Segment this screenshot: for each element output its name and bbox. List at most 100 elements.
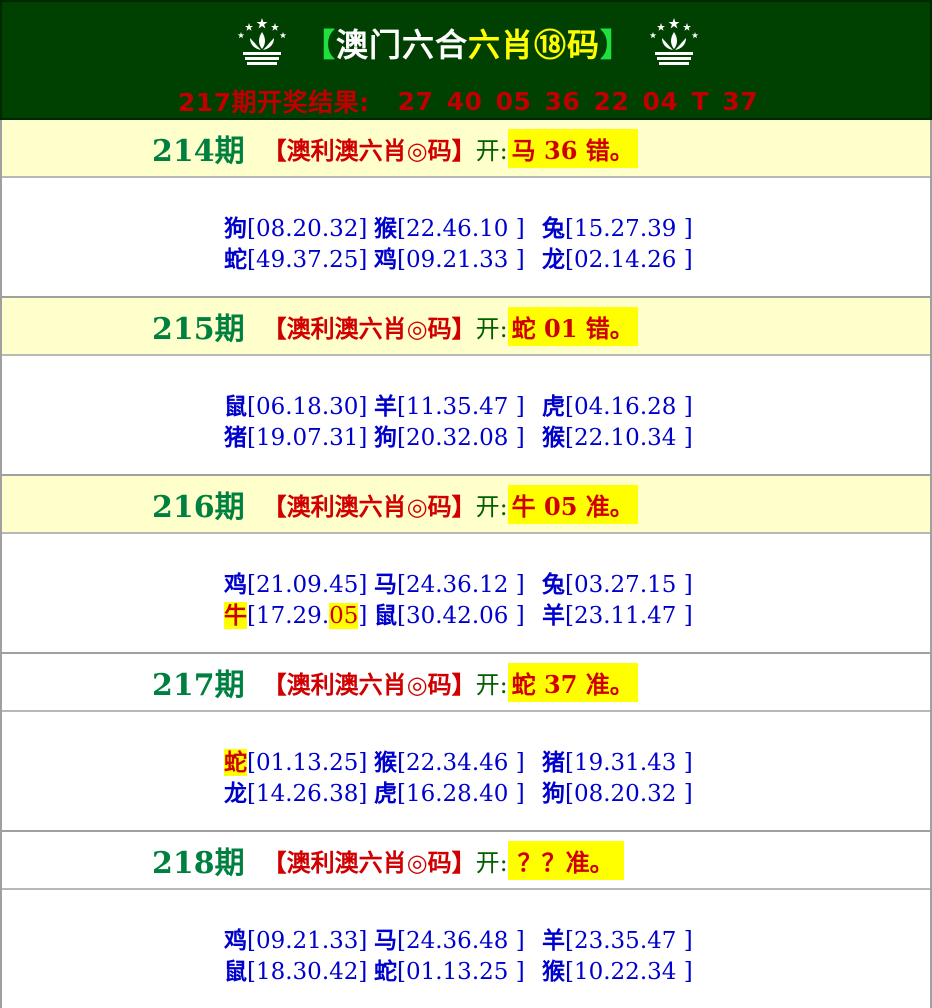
open-label: 开: bbox=[475, 314, 508, 343]
period-number: 216期 bbox=[152, 490, 245, 525]
zodiac-sign: 兔 bbox=[542, 570, 565, 598]
zodiac-cell: 猴[22.34.46 ] bbox=[374, 743, 542, 777]
zodiac-sign: 马 bbox=[374, 926, 397, 954]
zodiac-cell: 鸡[21.09.45] bbox=[224, 565, 374, 599]
section-body: 狗[08.20.32] 猴[22.46.10 ] 兔[15.27.39 ] 蛇[49.… bbox=[2, 178, 930, 296]
zodiac-numbers: [17.29. bbox=[247, 602, 330, 629]
zodiac-sign: 鸡 bbox=[374, 245, 397, 273]
zodiac-sign: 蛇 bbox=[374, 957, 397, 985]
open-label: 开: bbox=[475, 848, 508, 877]
zodiac-sign: 鼠 bbox=[224, 957, 247, 985]
section-header: 217期 【澳利澳六肖◎码】 开: 蛇 37 准。 bbox=[2, 654, 930, 712]
section-header: 218期 【澳利澳六肖◎码】 开: ？？准。 bbox=[2, 832, 930, 890]
zodiac-numbers: [16.28.40 ] bbox=[397, 780, 525, 807]
zodiac-sign: 牛 bbox=[224, 601, 247, 629]
section-label: 【澳利澳六肖◎码】 bbox=[262, 847, 476, 877]
zodiac-numbers: [04.16.28 ] bbox=[565, 393, 693, 420]
zodiac-cell: 虎[04.16.28 ] bbox=[542, 387, 693, 421]
zodiac-numbers: [01.13.25 ] bbox=[397, 958, 525, 985]
zodiac-row: 鼠[18.30.42] 蛇[01.13.25 ] 猴[10.22.34 ] bbox=[224, 952, 694, 986]
zodiac-numbers: [02.14.26 ] bbox=[565, 246, 693, 273]
period-number: 215期 bbox=[152, 312, 245, 347]
zodiac-row: 牛[17.29.05] 鼠[30.42.06 ] 羊[23.11.47 ] bbox=[224, 596, 694, 630]
zodiac-sign: 猴 bbox=[542, 957, 565, 985]
zodiac-numbers: [09.21.33 ] bbox=[397, 246, 525, 273]
prediction-section: 217期 【澳利澳六肖◎码】 开: 蛇 37 准。蛇[01.13.25] 猴[22.34… bbox=[0, 654, 932, 832]
zodiac-cell: 蛇[01.13.25] bbox=[224, 743, 374, 777]
zodiac-sign: 狗 bbox=[224, 214, 247, 242]
zodiac-cell: 猴[10.22.34 ] bbox=[542, 952, 693, 986]
prediction-section: 214期 【澳利澳六肖◎码】 开: 马 36 错。 狗[08.20.32] 猴[22.46… bbox=[0, 120, 932, 298]
section-header: 216期 【澳利澳六肖◎码】 开: 牛 05 准。 bbox=[2, 476, 930, 534]
zodiac-sign: 猪 bbox=[542, 748, 565, 776]
zodiac-cell: 鸡[09.21.33] bbox=[224, 921, 374, 955]
zodiac-cell: 猴[22.10.34 ] bbox=[542, 418, 693, 452]
zodiac-numbers: [49.37.25] bbox=[247, 246, 368, 273]
zodiac-numbers: [30.42.06 ] bbox=[397, 602, 525, 629]
section-label: 【澳利澳六肖◎码】 bbox=[262, 313, 476, 343]
zodiac-cell: 蛇[49.37.25] bbox=[224, 240, 374, 274]
page-header: 【 澳门六合 六肖⑱码 】 217期开奖结果: 27 40 05 36 22 0… bbox=[0, 0, 932, 120]
zodiac-cell: 龙[14.26.38] bbox=[224, 774, 374, 808]
zodiac-cell: 龙[02.14.26 ] bbox=[542, 240, 693, 274]
open-result: ？？准。 bbox=[507, 840, 624, 880]
open-result: 蛇 01 错。 bbox=[507, 306, 638, 346]
zodiac-row: 蛇[01.13.25] 猴[22.34.46 ] 猪[19.31.43 ] bbox=[224, 743, 694, 777]
zodiac-numbers: [21.09.45] bbox=[247, 571, 368, 598]
zodiac-grid: 鸡[09.21.33] 马[24.36.48 ] 羊[23.35.47 ] 鼠[18.… bbox=[224, 921, 694, 986]
zodiac-row: 蛇[49.37.25] 鸡[09.21.33 ] 龙[02.14.26 ] bbox=[224, 240, 694, 274]
zodiac-sign: 猴 bbox=[542, 423, 565, 451]
zodiac-numbers: [01.13.25] bbox=[247, 749, 368, 776]
zodiac-numbers: [10.22.34 ] bbox=[565, 958, 693, 985]
zodiac-sign: 狗 bbox=[374, 423, 397, 451]
zodiac-numbers: [08.20.32] bbox=[247, 215, 368, 242]
hit-number: 05 bbox=[329, 602, 359, 629]
title-bracket-open: 【 bbox=[302, 26, 336, 64]
period-number: 218期 bbox=[152, 846, 245, 881]
section-body: 鼠[06.18.30] 羊[11.35.47 ] 虎[04.16.28 ] 猪[19.… bbox=[2, 356, 930, 474]
title-bracket-close: 】 bbox=[600, 26, 634, 64]
zodiac-grid: 狗[08.20.32] 猴[22.46.10 ] 兔[15.27.39 ] 蛇[49.… bbox=[224, 209, 694, 274]
open-result: 牛 05 准。 bbox=[507, 484, 638, 524]
zodiac-cell: 猪[19.07.31] bbox=[224, 418, 374, 452]
zodiac-cell: 牛[17.29.05] bbox=[224, 596, 374, 630]
zodiac-cell: 猴[22.46.10 ] bbox=[374, 209, 542, 243]
zodiac-numbers: [22.10.34 ] bbox=[565, 424, 693, 451]
zodiac-grid: 蛇[01.13.25] 猴[22.34.46 ] 猪[19.31.43 ] 龙[14.… bbox=[224, 743, 694, 808]
zodiac-numbers: [14.26.38] bbox=[247, 780, 368, 807]
zodiac-grid: 鸡[21.09.45] 马[24.36.12 ] 兔[03.27.15 ] 牛[17.… bbox=[224, 565, 694, 630]
section-label: 【澳利澳六肖◎码】 bbox=[262, 669, 476, 699]
section-body: 鸡[21.09.45] 马[24.36.12 ] 兔[03.27.15 ] 牛[17.… bbox=[2, 534, 930, 652]
zodiac-cell: 羊[23.11.47 ] bbox=[542, 596, 693, 630]
macau-emblem-icon bbox=[649, 18, 699, 65]
zodiac-numbers: [15.27.39 ] bbox=[565, 215, 693, 242]
section-label: 【澳利澳六肖◎码】 bbox=[262, 135, 476, 165]
zodiac-numbers: [09.21.33] bbox=[247, 927, 368, 954]
zodiac-numbers: [18.30.42] bbox=[247, 958, 368, 985]
zodiac-sign: 兔 bbox=[542, 214, 565, 242]
zodiac-cell: 狗[20.32.08 ] bbox=[374, 418, 542, 452]
zodiac-sign: 虎 bbox=[542, 392, 565, 420]
zodiac-sign: 马 bbox=[374, 570, 397, 598]
zodiac-sign: 鸡 bbox=[224, 926, 247, 954]
zodiac-row: 狗[08.20.32] 猴[22.46.10 ] 兔[15.27.39 ] bbox=[224, 209, 694, 243]
zodiac-cell: 鼠[18.30.42] bbox=[224, 952, 374, 986]
zodiac-sign: 羊 bbox=[542, 926, 565, 954]
zodiac-numbers: [03.27.15 ] bbox=[565, 571, 693, 598]
zodiac-row: 鼠[06.18.30] 羊[11.35.47 ] 虎[04.16.28 ] bbox=[224, 387, 694, 421]
open-result: 马 36 错。 bbox=[507, 128, 638, 168]
zodiac-numbers: [23.11.47 ] bbox=[565, 602, 693, 629]
zodiac-sign: 猴 bbox=[374, 214, 397, 242]
zodiac-row: 鸡[09.21.33] 马[24.36.48 ] 羊[23.35.47 ] bbox=[224, 921, 694, 955]
zodiac-cell: 虎[16.28.40 ] bbox=[374, 774, 542, 808]
section-header: 215期 【澳利澳六肖◎码】 开: 蛇 01 错。 bbox=[2, 298, 930, 356]
zodiac-cell: 羊[23.35.47 ] bbox=[542, 921, 693, 955]
zodiac-numbers: [19.07.31] bbox=[247, 424, 368, 451]
macau-emblem-icon bbox=[237, 18, 287, 65]
zodiac-numbers: [22.46.10 ] bbox=[397, 215, 525, 242]
zodiac-cell: 马[24.36.48 ] bbox=[374, 921, 542, 955]
period-number: 214期 bbox=[152, 134, 245, 169]
zodiac-cell: 鼠[06.18.30] bbox=[224, 387, 374, 421]
zodiac-row: 鸡[21.09.45] 马[24.36.12 ] 兔[03.27.15 ] bbox=[224, 565, 694, 599]
zodiac-numbers: [20.32.08 ] bbox=[397, 424, 525, 451]
